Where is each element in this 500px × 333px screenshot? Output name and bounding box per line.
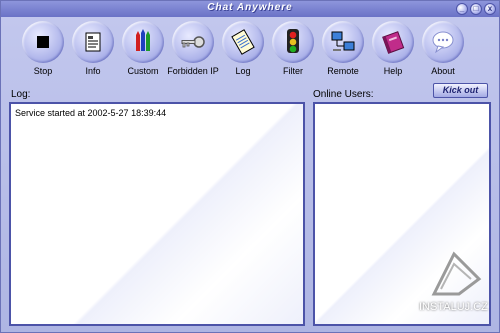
info-document-icon	[85, 32, 101, 52]
watermark-text: INSTALUJ.CZ	[419, 301, 488, 313]
key-icon	[181, 36, 205, 48]
close-button[interactable]: x	[484, 3, 496, 15]
about-button[interactable]: About	[417, 21, 469, 79]
toolbar: Stop Info Custom Forbidden IP Log Filter…	[17, 21, 477, 81]
network-computers-icon	[331, 31, 355, 51]
kick-out-button[interactable]: Kick out	[433, 83, 488, 98]
notepad-icon	[231, 29, 255, 55]
speech-bubble-icon	[432, 31, 454, 54]
crayons-icon	[136, 29, 150, 51]
log-panel[interactable]: Service started at 2002-5-27 18:39:44	[9, 102, 305, 326]
about-label: About	[431, 66, 455, 76]
book-icon	[382, 31, 405, 54]
log-entry: Service started at 2002-5-27 18:39:44	[15, 108, 167, 118]
log-panel-label: Log:	[11, 89, 31, 100]
online-users-label: Online Users:	[313, 89, 374, 100]
watermark-logo-icon	[431, 251, 482, 296]
window-title: Chat Anywhere	[207, 2, 293, 13]
main-window: Chat Anywhere _ □ x Stop Info Custom For…	[0, 0, 500, 333]
title-bar[interactable]: Chat Anywhere _ □ x	[1, 1, 499, 17]
minimize-button[interactable]: _	[456, 3, 468, 15]
traffic-light-icon	[287, 29, 299, 53]
stop-icon	[37, 36, 49, 48]
maximize-button[interactable]: □	[470, 3, 482, 15]
